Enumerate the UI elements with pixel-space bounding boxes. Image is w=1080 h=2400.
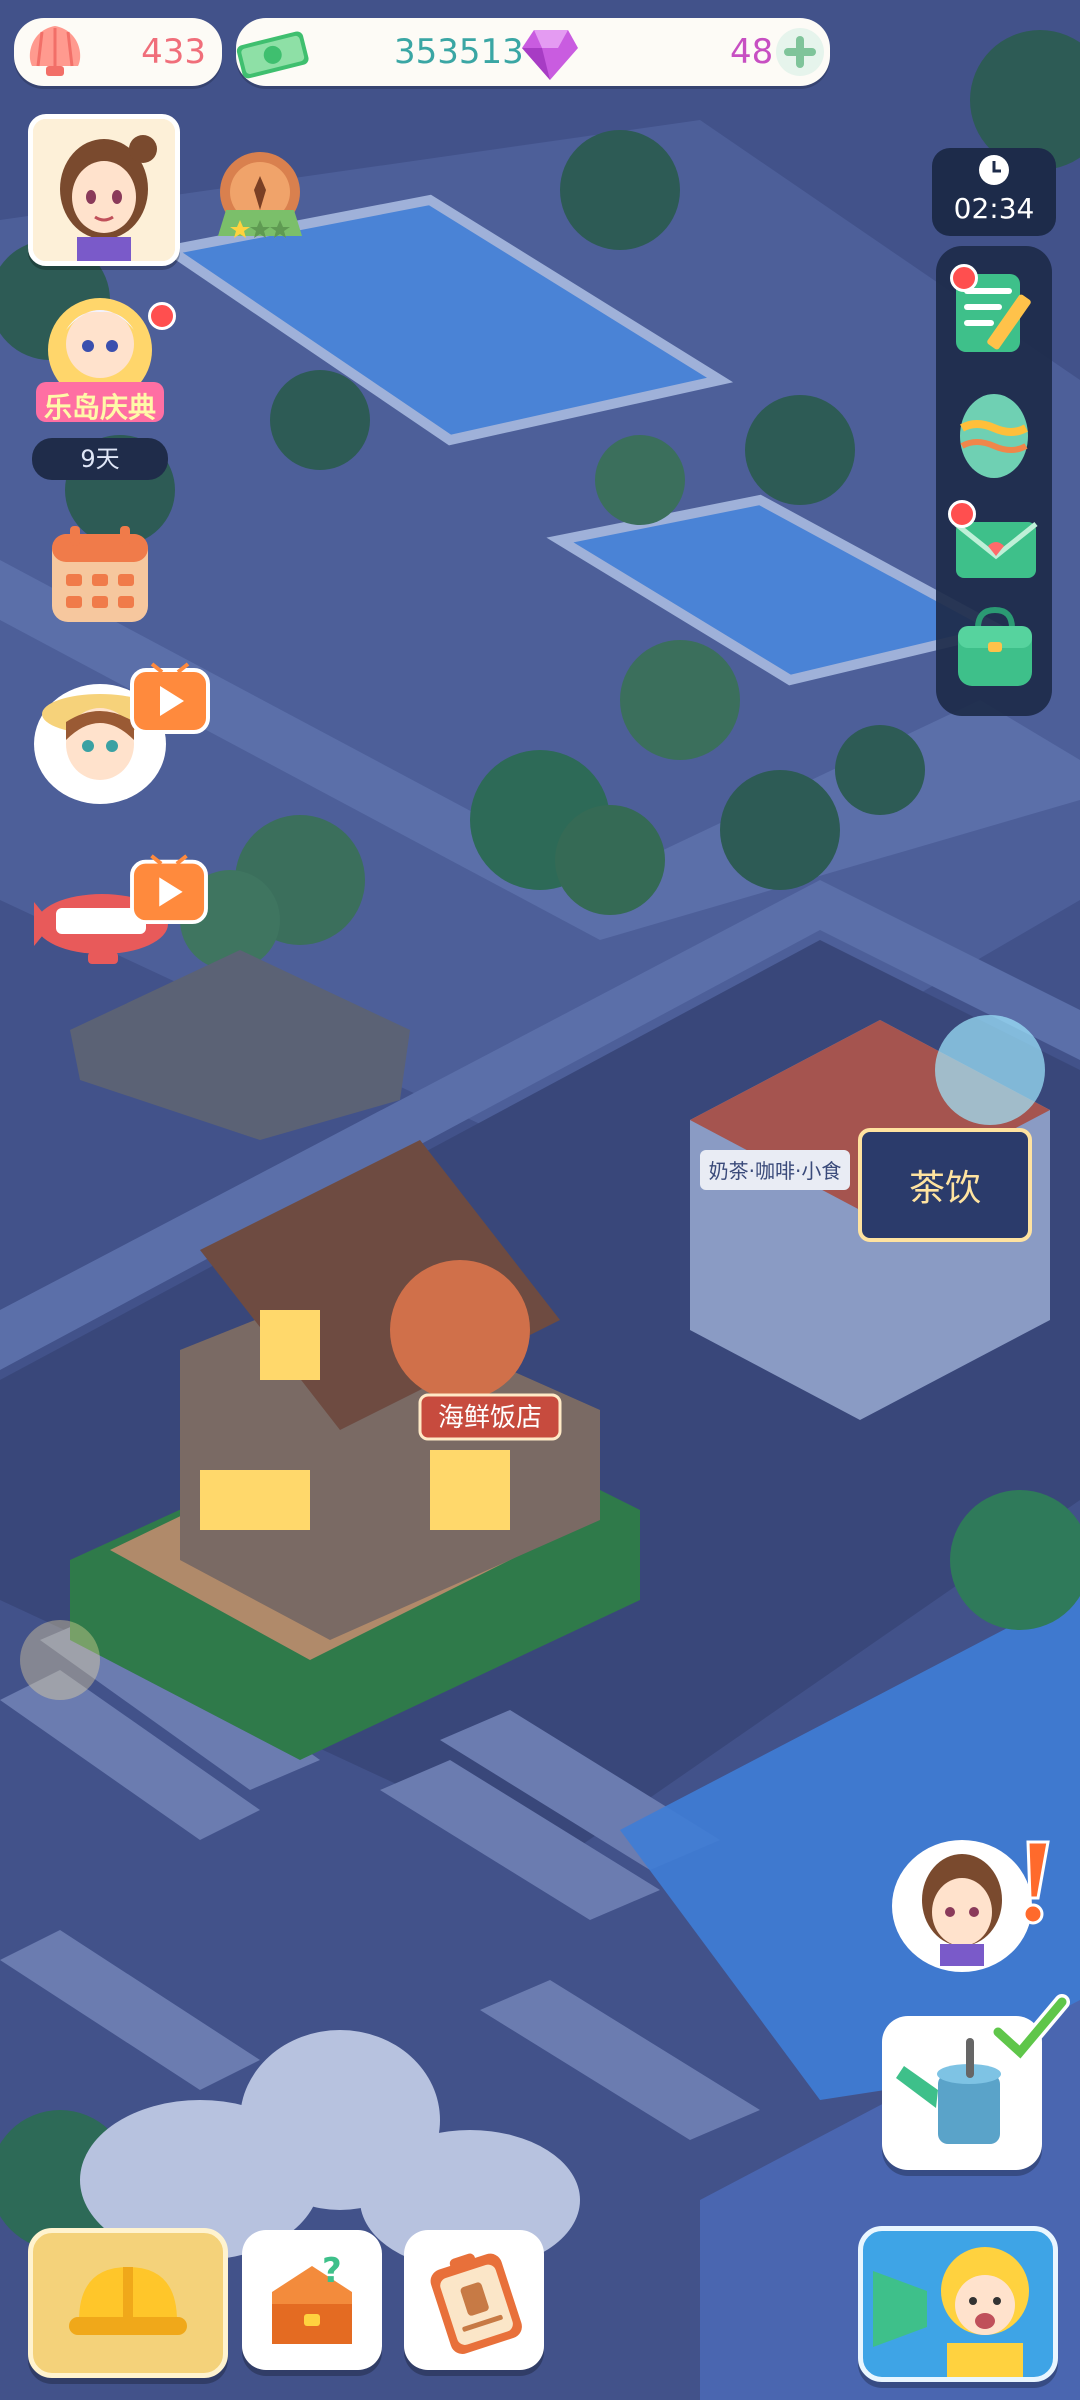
plus-icon: [784, 36, 816, 68]
currency-bar[interactable]: 353513 48: [236, 18, 830, 86]
street-light: [20, 1620, 100, 1700]
npc-alert-bubble[interactable]: [888, 1830, 1058, 1980]
video-play-icon: [130, 662, 210, 734]
timer-badge: 02:34: [932, 148, 1056, 236]
build-button[interactable]: [28, 2228, 228, 2378]
easter-egg-icon: [960, 394, 1028, 478]
cash-icon: [236, 31, 309, 79]
bag-icon: [958, 606, 1032, 686]
video-ad-airship-button[interactable]: [32, 852, 210, 982]
watering-task-button[interactable]: [882, 1994, 1070, 2170]
calendar-button[interactable]: [46, 520, 154, 628]
video-ad-character-button[interactable]: [28, 660, 212, 810]
add-gems-button[interactable]: [776, 28, 824, 76]
toolbox-question-icon: ?: [272, 2251, 352, 2344]
event-notification-dot: [148, 302, 176, 330]
coffee-cup-sign: [935, 1015, 1045, 1125]
easter-egg-button[interactable]: [950, 382, 1038, 482]
event-title: 乐岛庆典: [43, 391, 156, 424]
gems-value: 48: [730, 32, 774, 72]
event-days-badge: 9天: [32, 438, 168, 480]
bag-button[interactable]: [950, 600, 1040, 692]
mail-button[interactable]: [948, 500, 1042, 588]
svg-text:?: ?: [322, 2251, 342, 2291]
timer-text: 02:34: [953, 192, 1035, 225]
shells-counter[interactable]: 433: [14, 18, 222, 86]
video-play-icon: [130, 854, 208, 925]
announcer-button[interactable]: [858, 2226, 1058, 2382]
medal-icon: [218, 152, 302, 238]
calendar-icon: [52, 526, 148, 622]
shells-value: 433: [141, 32, 206, 72]
cash-value: 353513: [394, 32, 524, 72]
avatar-portrait-icon: [33, 119, 175, 261]
clock-icon: [979, 155, 1009, 185]
task-notification-dot: [950, 264, 978, 292]
level-badge[interactable]: [196, 140, 324, 258]
mail-notification-dot: [948, 500, 976, 528]
crab-sign: [390, 1260, 530, 1400]
seafood-sign: 海鲜饭店: [438, 1403, 542, 1433]
player-avatar[interactable]: [28, 114, 180, 266]
orders-button[interactable]: [404, 2230, 544, 2370]
island-celebration-event[interactable]: 乐岛庆典: [26, 290, 176, 430]
shell-icon: [29, 26, 81, 76]
task-list-button[interactable]: [948, 258, 1040, 358]
cafe-main-sign: 茶饮: [909, 1168, 981, 1209]
event-days-text: 9天: [80, 445, 120, 473]
exclamation-icon: [1022, 1840, 1050, 1925]
hard-hat-icon: [69, 2267, 187, 2335]
checkmark-icon: [990, 1994, 1070, 2064]
gem-icon: [522, 30, 578, 80]
shop-button[interactable]: ?: [242, 2230, 382, 2370]
megaphone-character-icon: [873, 2247, 1029, 2377]
order-clipboard-icon: [430, 2253, 522, 2354]
cafe-side-sign: 奶茶·咖啡·小食: [709, 1159, 842, 1183]
